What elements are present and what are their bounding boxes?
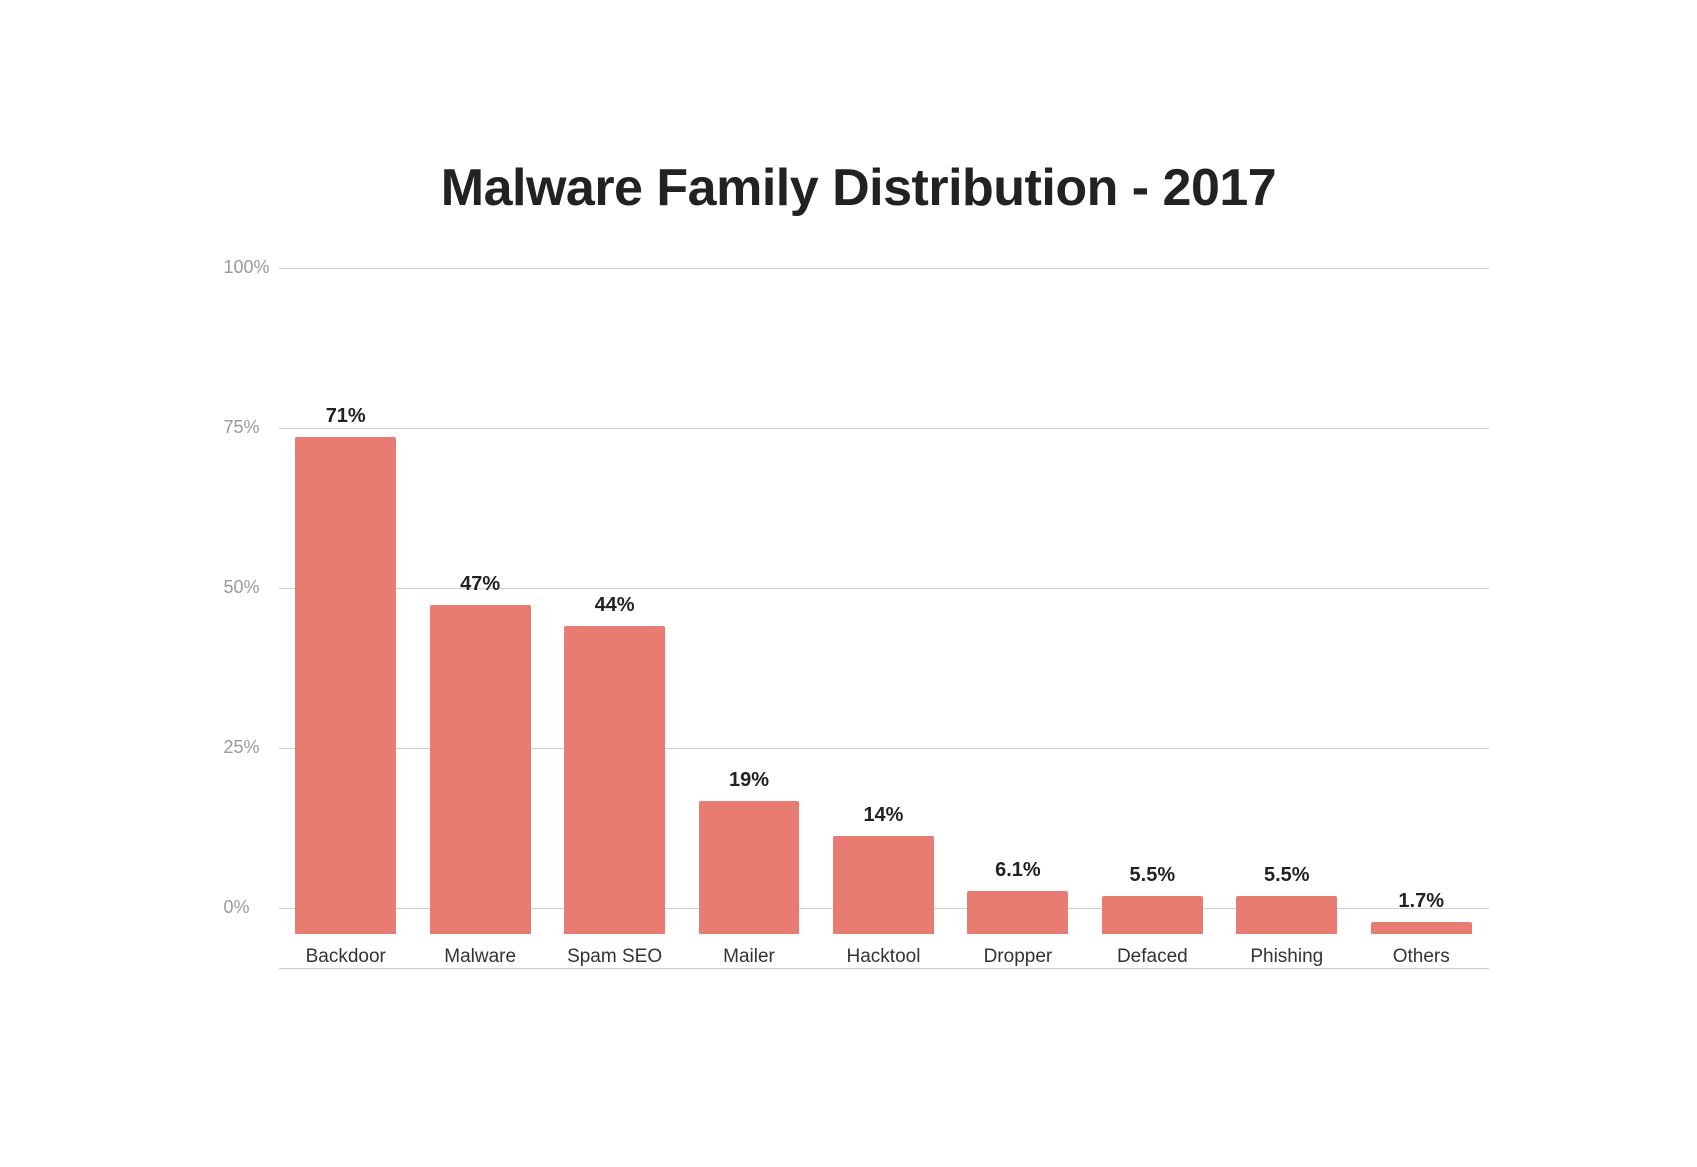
bar-category-label: Phishing	[1250, 946, 1323, 968]
bar-category-label: Mailer	[723, 946, 775, 968]
bar-category-label: Spam SEO	[567, 946, 662, 968]
bar-group: 47% Malware	[413, 268, 547, 968]
bar-value-label: 6.1%	[995, 859, 1041, 882]
bar-category-label: Backdoor	[306, 946, 386, 968]
bar-group: 19% Mailer	[682, 268, 816, 968]
chart-area: 100%75%50%25%0% 71%Backdoor47%Malware44%…	[229, 268, 1489, 969]
bar-category-label: Hacktool	[847, 946, 921, 968]
bar-group: 71% Backdoor	[279, 268, 413, 968]
bar-group: 5.5% Defaced	[1085, 268, 1219, 968]
chart-title: Malware Family Distribution - 2017	[229, 158, 1489, 218]
bar: 6.1%	[967, 891, 1068, 934]
bar-group: 44% Spam SEO	[547, 268, 681, 968]
bar: 19%	[699, 801, 800, 934]
bar: 1.7%	[1371, 922, 1472, 934]
bars-wrapper: 71% Backdoor 47% Malware 44% Spam SEO 19% Maile…	[229, 268, 1489, 968]
bar-category-label: Dropper	[984, 946, 1053, 968]
bar: 5.5%	[1102, 896, 1203, 935]
bar: 71%	[295, 437, 396, 934]
chart-container: Malware Family Distribution - 2017 100%7…	[149, 118, 1549, 1049]
x-axis	[279, 968, 1489, 969]
bar-value-label: 1.7%	[1398, 890, 1444, 913]
bar-value-label: 71%	[326, 405, 366, 428]
bar-value-label: 19%	[729, 769, 769, 792]
bar: 5.5%	[1236, 896, 1337, 935]
bar-group: 1.7% Others	[1354, 268, 1488, 968]
bar-group: 5.5% Phishing	[1220, 268, 1354, 968]
bar: 14%	[833, 836, 934, 934]
bar-category-label: Malware	[444, 946, 516, 968]
bar-group: 14% Hacktool	[816, 268, 950, 968]
bar-value-label: 47%	[460, 573, 500, 596]
bar-category-label: Defaced	[1117, 946, 1188, 968]
bar-value-label: 44%	[595, 594, 635, 617]
bar-group: 6.1% Dropper	[951, 268, 1085, 968]
bar: 44%	[564, 626, 665, 934]
bar-value-label: 5.5%	[1264, 864, 1310, 887]
bar-value-label: 5.5%	[1130, 864, 1176, 887]
bar-value-label: 14%	[863, 804, 903, 827]
bar: 47%	[430, 605, 531, 934]
bar-category-label: Others	[1393, 946, 1450, 968]
